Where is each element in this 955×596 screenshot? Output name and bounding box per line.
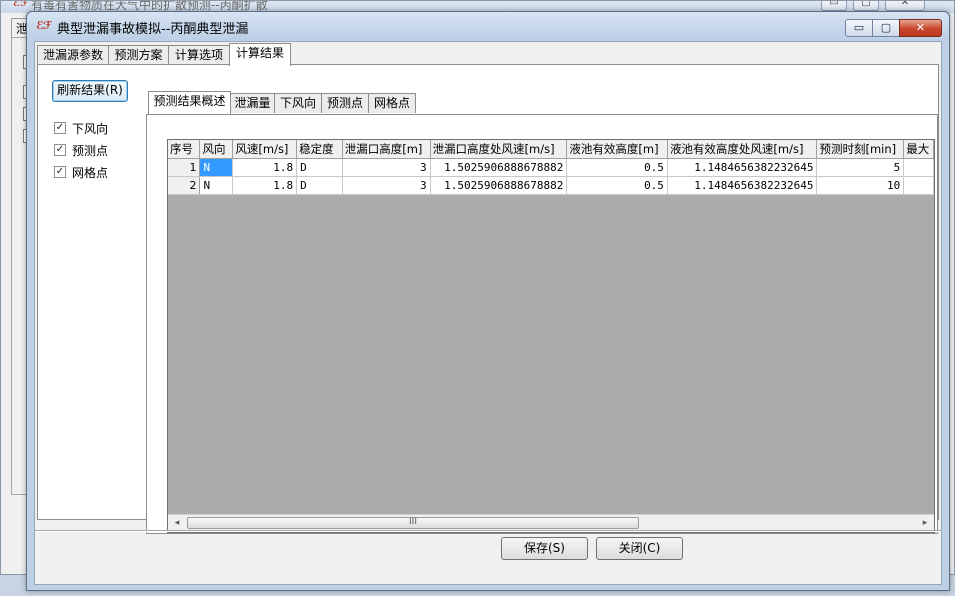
refresh-results-button[interactable]: 刷新结果(R) [52,80,128,102]
column-header[interactable]: 序号 [168,140,201,159]
table-cell[interactable]: 1.8 [232,176,298,195]
column-header[interactable]: 泄漏口高度[m] [342,140,431,159]
tab-calc-results[interactable]: 计算结果 [229,43,291,66]
table-cell[interactable]: 1.8 [232,158,298,177]
scroll-left-icon[interactable]: ◂ [169,516,185,531]
table-cell[interactable]: D [296,176,343,195]
checkbox-downwind[interactable]: ✓ [54,122,66,134]
checkbox-downwind-label: 下风向 [72,122,109,136]
table-cell[interactable]: 0.5 [566,158,668,177]
table-cell[interactable]: 0.5 [566,176,668,195]
table-cell[interactable]: N [199,158,234,177]
save-button[interactable]: 保存(S) [501,537,588,560]
tab-grid-points[interactable]: 网格点 [368,93,416,113]
check-icon: ✓ [55,122,65,133]
results-grid[interactable]: 序号 风向 风速[m/s] 稳定度 泄漏口高度[m] 泄漏口高度处风速[m/s]… [167,139,935,533]
background-minimize-button[interactable]: ▭ [821,1,847,11]
check-icon: ✓ [55,166,65,177]
close-window-button[interactable]: ✕ [899,19,942,37]
column-header[interactable]: 液池有效高度[m] [566,140,668,159]
table-row[interactable]: 1 N 1.8 D 3 1.5025906888678882 0.5 1.148… [168,158,934,177]
row-number-cell[interactable]: 1 [168,158,201,177]
table-cell[interactable]: 3 [342,158,431,177]
table-cell[interactable]: N [199,176,234,195]
tab-leak-amount[interactable]: 泄漏量 [230,93,275,113]
results-overview-panel: 序号 风向 风速[m/s] 稳定度 泄漏口高度[m] 泄漏口高度处风速[m/s]… [146,114,938,534]
column-header[interactable]: 液池有效高度处风速[m/s] [667,140,818,159]
tab-leak-source-params[interactable]: 泄漏源参数 [37,45,109,65]
dialog-client-area: 泄漏源参数 预测方案 计算选项 计算结果 刷新结果(R) ✓ 下风向 ✓ 预测点… [34,41,942,585]
app-logo-icon: ℰℱ [36,19,52,32]
calc-results-panel: 刷新结果(R) ✓ 下风向 ✓ 预测点 ✓ 网格点 预测结果概述 泄漏量 下风向… [37,64,939,534]
table-cell[interactable]: 3 [342,176,431,195]
check-icon: ✓ [55,144,65,155]
table-cell[interactable]: D [296,158,343,177]
table-cell[interactable] [903,158,934,177]
table-cell[interactable]: 1.1484656382232645 [667,176,818,195]
background-close-button[interactable]: ✕ [885,1,925,11]
column-header[interactable]: 风向 [199,140,234,159]
dialog-title: 典型泄漏事故模拟--丙酮典型泄漏 [57,22,249,37]
results-table: 序号 风向 风速[m/s] 稳定度 泄漏口高度[m] 泄漏口高度处风速[m/s]… [168,140,934,195]
table-cell[interactable]: 1.5025906888678882 [430,158,568,177]
app-logo-icon: ℰℱ [13,1,29,9]
table-cell[interactable]: 1.5025906888678882 [430,176,568,195]
grip-icon: III [409,517,417,527]
column-header[interactable]: 预测时刻[min] [816,140,905,159]
table-cell[interactable]: 10 [816,176,905,195]
table-cell[interactable]: 1.1484656382232645 [667,158,818,177]
leak-simulation-dialog: ℰℱ 典型泄漏事故模拟--丙酮典型泄漏 ▭ ▢ ✕ 泄漏源参数 预测方案 计算选… [26,11,950,591]
grid-header-row: 序号 风向 风速[m/s] 稳定度 泄漏口高度[m] 泄漏口高度处风速[m/s]… [168,140,934,159]
tab-calc-options[interactable]: 计算选项 [168,45,230,65]
scrollbar-thumb[interactable]: III [187,517,639,529]
checkbox-prediction-point[interactable]: ✓ [54,144,66,156]
minimize-button[interactable]: ▭ [845,19,873,37]
tab-results-overview[interactable]: 预测结果概述 [148,91,231,114]
minimize-icon: ▭ [853,21,865,34]
tab-prediction-plan[interactable]: 预测方案 [108,45,169,65]
close-icon: ✕ [915,21,926,34]
column-header[interactable]: 泄漏口高度处风速[m/s] [430,140,568,159]
dialog-titlebar[interactable]: ℰℱ 典型泄漏事故模拟--丙酮典型泄漏 ▭ ▢ ✕ [27,12,949,40]
checkbox-grid-point[interactable]: ✓ [54,166,66,178]
maximize-icon: ▢ [880,21,892,34]
divider [35,530,941,532]
table-cell[interactable]: 5 [816,158,905,177]
tab-prediction-points[interactable]: 预测点 [321,93,369,113]
close-button[interactable]: 关闭(C) [596,537,683,560]
row-number-cell[interactable]: 2 [168,176,201,195]
column-header[interactable]: 稳定度 [296,140,343,159]
column-header[interactable]: 风速[m/s] [232,140,298,159]
background-maximize-button[interactable]: ▢ [853,1,879,11]
tab-downwind[interactable]: 下风向 [274,93,322,113]
table-cell[interactable] [903,176,934,195]
column-header[interactable]: 最大 [903,140,934,159]
table-row[interactable]: 2 N 1.8 D 3 1.5025906888678882 0.5 1.148… [168,176,934,195]
scroll-right-icon[interactable]: ▸ [917,516,933,531]
checkbox-prediction-point-label: 预测点 [72,144,109,158]
checkbox-grid-point-label: 网格点 [72,166,109,180]
maximize-button[interactable]: ▢ [872,19,900,37]
